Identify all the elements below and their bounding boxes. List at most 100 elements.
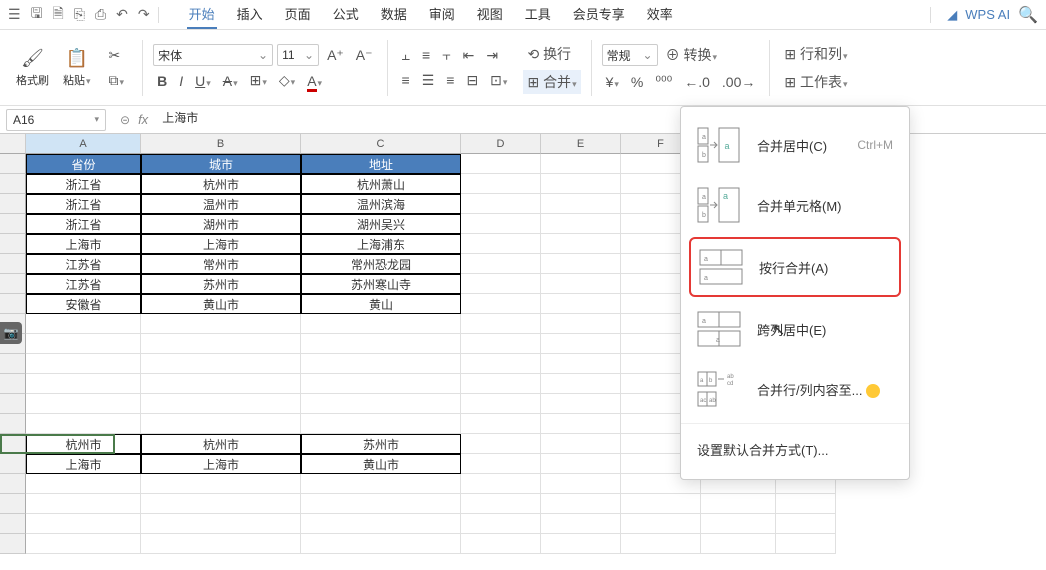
select-all-corner[interactable] [0,134,26,154]
tab-formula[interactable]: 公式 [331,0,361,29]
empty-cell[interactable] [541,354,621,374]
empty-cell[interactable] [141,494,301,514]
data-cell[interactable]: 省份 [26,154,141,174]
merge-center-item[interactable]: aba 合并居中(C) Ctrl+M [681,115,909,175]
tab-tools[interactable]: 工具 [523,0,553,29]
empty-cell[interactable] [776,514,836,534]
empty-cell[interactable] [26,534,141,554]
empty-cell[interactable] [301,334,461,354]
empty-cell[interactable] [26,474,141,494]
empty-cell[interactable] [461,214,541,234]
empty-cell[interactable] [301,474,461,494]
data-cell[interactable]: 江苏省 [26,254,141,274]
row-header[interactable] [0,434,26,454]
row-header[interactable] [0,234,26,254]
empty-cell[interactable] [26,414,141,434]
data-cell[interactable]: 常州恐龙园 [301,254,461,274]
data-cell[interactable]: 湖州市 [141,214,301,234]
indent-increase-button[interactable]: ⇥ [482,45,502,66]
empty-cell[interactable] [26,394,141,414]
currency-button[interactable]: ¥▾ [602,72,623,92]
row-header[interactable] [0,254,26,274]
data-cell[interactable]: 黄山市 [141,294,301,314]
wrap-text-button[interactable]: ⟲ 换行 [523,42,575,66]
row-header[interactable] [0,214,26,234]
align-center-button[interactable]: ☰ [418,70,439,91]
tab-view[interactable]: 视图 [475,0,505,29]
row-header[interactable] [0,454,26,474]
border-button[interactable]: ⊞▾ [246,70,271,91]
empty-cell[interactable] [541,414,621,434]
empty-cell[interactable] [541,254,621,274]
tab-insert[interactable]: 插入 [235,0,265,29]
merge-button[interactable]: ⊞ 合并▾ [523,70,580,94]
export-icon[interactable]: ⎘ [74,6,85,23]
row-header[interactable] [0,474,26,494]
empty-cell[interactable] [541,474,621,494]
tab-page[interactable]: 页面 [283,0,313,29]
tab-data[interactable]: 数据 [379,0,409,29]
empty-cell[interactable] [141,514,301,534]
convert-button[interactable]: ⊕ 转换▾ [662,43,721,67]
data-cell[interactable]: 苏州市 [141,274,301,294]
undo-icon[interactable]: ↶ [116,6,128,23]
empty-cell[interactable] [701,494,776,514]
empty-cell[interactable] [461,274,541,294]
paste-button[interactable]: 📋 粘贴▾ [59,44,95,92]
empty-cell[interactable] [461,254,541,274]
row-header[interactable] [0,194,26,214]
font-size-select[interactable]: 11 [277,44,319,66]
data-cell[interactable]: 苏州寒山寺 [301,274,461,294]
col-header-A[interactable]: A [26,134,141,154]
empty-cell[interactable] [26,334,141,354]
rows-cols-button[interactable]: ⊞ 行和列▾ [780,42,851,66]
font-color-button[interactable]: A▾ [303,71,326,91]
empty-cell[interactable] [776,494,836,514]
align-top-button[interactable]: ⫠ [398,45,414,66]
data-cell[interactable]: 地址 [301,154,461,174]
empty-cell[interactable] [461,334,541,354]
data-cell[interactable]: 上海浦东 [301,234,461,254]
empty-cell[interactable] [541,314,621,334]
empty-cell[interactable] [141,394,301,414]
orientation-button[interactable]: ⊡▾ [486,70,511,91]
merge-by-row-item[interactable]: aa 按行合并(A) [689,237,901,297]
row-header[interactable] [0,174,26,194]
align-left-button[interactable]: ≡ [398,70,414,90]
name-box[interactable]: A16 ▾ [6,109,106,131]
empty-cell[interactable] [461,234,541,254]
empty-cell[interactable] [461,454,541,474]
empty-cell[interactable] [461,154,541,174]
data-cell[interactable]: 黄山 [301,294,461,314]
align-middle-button[interactable]: ≡ [418,45,434,65]
empty-cell[interactable] [461,394,541,414]
increase-font-button[interactable]: A⁺ [323,45,348,66]
empty-cell[interactable] [541,154,621,174]
empty-cell[interactable] [776,534,836,554]
data-cell[interactable]: 上海市 [141,454,301,474]
empty-cell[interactable] [461,294,541,314]
empty-cell[interactable] [541,234,621,254]
increase-decimal-button[interactable]: .00→ [718,72,759,92]
empty-cell[interactable] [461,174,541,194]
data-cell[interactable]: 黄山市 [301,454,461,474]
font-name-select[interactable]: 宋体 [153,44,273,66]
empty-cell[interactable] [541,334,621,354]
fx-button[interactable]: fx [138,112,148,127]
empty-cell[interactable] [461,494,541,514]
print-icon[interactable]: ⎙ [95,6,106,23]
underline-button[interactable]: U▾ [191,71,215,91]
data-cell[interactable]: 江苏省 [26,274,141,294]
bold-button[interactable]: B [153,71,171,91]
copy-button[interactable]: ⧉▾ [105,70,129,91]
cut-button[interactable]: ✂ [105,45,129,66]
redo-icon[interactable]: ↷ [138,6,150,23]
row-header[interactable] [0,294,26,314]
tab-efficiency[interactable]: 效率 [645,0,675,29]
data-cell[interactable]: 浙江省 [26,194,141,214]
col-header-B[interactable]: B [141,134,301,154]
empty-cell[interactable] [701,534,776,554]
doc-icon[interactable]: 🗎 [53,3,64,27]
empty-cell[interactable] [301,314,461,334]
empty-cell[interactable] [541,434,621,454]
